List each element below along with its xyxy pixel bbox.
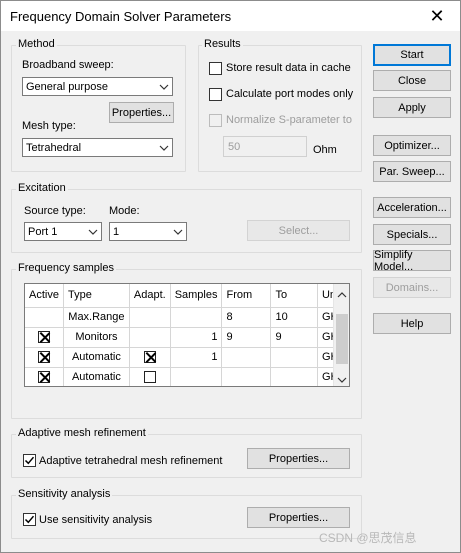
adapt-cell [129, 327, 171, 348]
to-cell[interactable]: 9 [270, 327, 318, 348]
mode-label: Mode: [109, 205, 140, 217]
adapt-cell [129, 307, 171, 328]
method-properties-button[interactable]: Properties... [109, 102, 174, 123]
chevron-down-icon [88, 223, 98, 240]
column-header-from[interactable]: From [221, 284, 272, 308]
source-type-value: Port 1 [28, 225, 58, 238]
table-row[interactable]: Monitors 1 9 9 GHz [25, 327, 349, 348]
simplify-model-button[interactable]: Simplify Model... [373, 249, 451, 273]
from-cell[interactable] [221, 347, 272, 368]
par-sweep-button[interactable]: Par. Sweep... [373, 161, 451, 182]
samples-cell[interactable]: 1 [170, 327, 223, 348]
samples-cell [170, 307, 223, 328]
frequency-table[interactable]: Active Type Adapt. Samples From To Unit … [24, 283, 350, 387]
normalize-checkbox[interactable] [209, 114, 222, 127]
table-row[interactable]: Automatic GHz [25, 367, 349, 386]
frequency-group-title: Frequency samples [16, 262, 116, 274]
sensitivity-properties-button[interactable]: Properties... [247, 507, 350, 528]
broadband-sweep-value: General purpose [26, 80, 108, 93]
active-cell[interactable] [25, 327, 64, 348]
from-cell[interactable] [221, 367, 272, 386]
acceleration-button[interactable]: Acceleration... [373, 197, 451, 218]
select-button[interactable]: Select... [247, 220, 350, 241]
adaptive-refinement-label: Adaptive tetrahedral mesh refinement [39, 455, 223, 467]
adapt-checkbox[interactable] [143, 351, 156, 364]
chevron-down-icon [159, 78, 169, 95]
adaptive-group-title: Adaptive mesh refinement [16, 427, 148, 439]
store-cache-checkbox[interactable] [209, 62, 222, 75]
active-checkbox[interactable] [37, 351, 50, 364]
table-header-row: Active Type Adapt. Samples From To Unit [25, 284, 349, 308]
from-cell[interactable]: 8 [221, 307, 272, 328]
chevron-down-icon [173, 223, 183, 240]
start-button[interactable]: Start [373, 44, 451, 66]
mesh-type-value: Tetrahedral [26, 141, 82, 154]
domains-button[interactable]: Domains... [373, 277, 451, 298]
apply-button[interactable]: Apply [373, 97, 451, 118]
close-button[interactable]: Close [373, 70, 451, 91]
port-modes-label: Calculate port modes only [226, 88, 354, 100]
samples-cell[interactable] [170, 367, 223, 386]
column-header-to[interactable]: To [270, 284, 318, 308]
type-cell: Max.Range [63, 307, 130, 328]
to-cell[interactable] [270, 347, 318, 368]
broadband-sweep-label: Broadband sweep: [22, 59, 114, 71]
to-cell[interactable] [270, 367, 318, 386]
adapt-checkbox[interactable] [143, 371, 156, 384]
solver-dialog: Frequency Domain Solver Parameters ✕ Met… [0, 0, 461, 553]
mesh-type-select[interactable]: Tetrahedral [22, 138, 173, 157]
active-cell [25, 307, 64, 328]
active-checkbox[interactable] [37, 371, 50, 384]
type-cell: Automatic [63, 347, 130, 368]
watermark-text: CSDN @思茂信息 [319, 531, 417, 545]
column-header-adapt[interactable]: Adapt. [129, 284, 171, 308]
chevron-down-icon[interactable] [337, 374, 347, 386]
samples-cell[interactable]: 1 [170, 347, 223, 368]
normalize-impedance-input[interactable]: 50 [223, 136, 307, 157]
mode-value: 1 [113, 225, 120, 238]
mode-select[interactable]: 1 [109, 222, 187, 241]
active-cell[interactable] [25, 367, 64, 386]
port-modes-checkbox[interactable] [209, 88, 222, 101]
source-type-label: Source type: [24, 205, 86, 217]
scrollbar-thumb[interactable] [336, 314, 348, 364]
active-checkbox[interactable] [37, 331, 50, 344]
method-group-title: Method [16, 38, 57, 50]
title-bar: Frequency Domain Solver Parameters ✕ [1, 1, 460, 31]
sensitivity-checkbox[interactable] [23, 513, 36, 526]
type-cell: Automatic [63, 367, 130, 386]
sensitivity-group-title: Sensitivity analysis [16, 488, 113, 500]
ohm-unit-label: Ohm [313, 144, 337, 156]
type-cell: Monitors [63, 327, 130, 348]
excitation-group-title: Excitation [16, 182, 68, 194]
mesh-type-label: Mesh type: [22, 120, 76, 132]
adaptive-refinement-checkbox[interactable] [23, 454, 36, 467]
close-icon[interactable]: ✕ [414, 1, 460, 31]
column-header-type[interactable]: Type [63, 284, 130, 308]
column-header-samples[interactable]: Samples [170, 284, 223, 308]
active-cell[interactable] [25, 347, 64, 368]
adapt-cell[interactable] [129, 367, 171, 386]
specials-button[interactable]: Specials... [373, 224, 451, 245]
results-group-title: Results [202, 38, 243, 50]
to-cell[interactable]: 10 [270, 307, 318, 328]
sensitivity-label: Use sensitivity analysis [39, 514, 153, 526]
adapt-cell[interactable] [129, 347, 171, 368]
column-header-active[interactable]: Active [25, 284, 64, 308]
broadband-sweep-select[interactable]: General purpose [22, 77, 173, 96]
adaptive-properties-button[interactable]: Properties... [247, 448, 350, 469]
help-button[interactable]: Help [373, 313, 451, 334]
optimizer-button[interactable]: Optimizer... [373, 135, 451, 156]
table-row[interactable]: Max.Range 8 10 GHz [25, 307, 349, 328]
source-type-select[interactable]: Port 1 [24, 222, 102, 241]
store-cache-label: Store result data in cache [226, 62, 351, 74]
window-title: Frequency Domain Solver Parameters [10, 9, 232, 24]
table-row[interactable]: Automatic 1 GHz [25, 347, 349, 368]
table-scrollbar[interactable] [333, 284, 349, 386]
from-cell[interactable]: 9 [221, 327, 272, 348]
normalize-label: Normalize S-parameter to [226, 114, 352, 126]
chevron-down-icon [159, 139, 169, 156]
chevron-up-icon[interactable] [337, 289, 347, 301]
